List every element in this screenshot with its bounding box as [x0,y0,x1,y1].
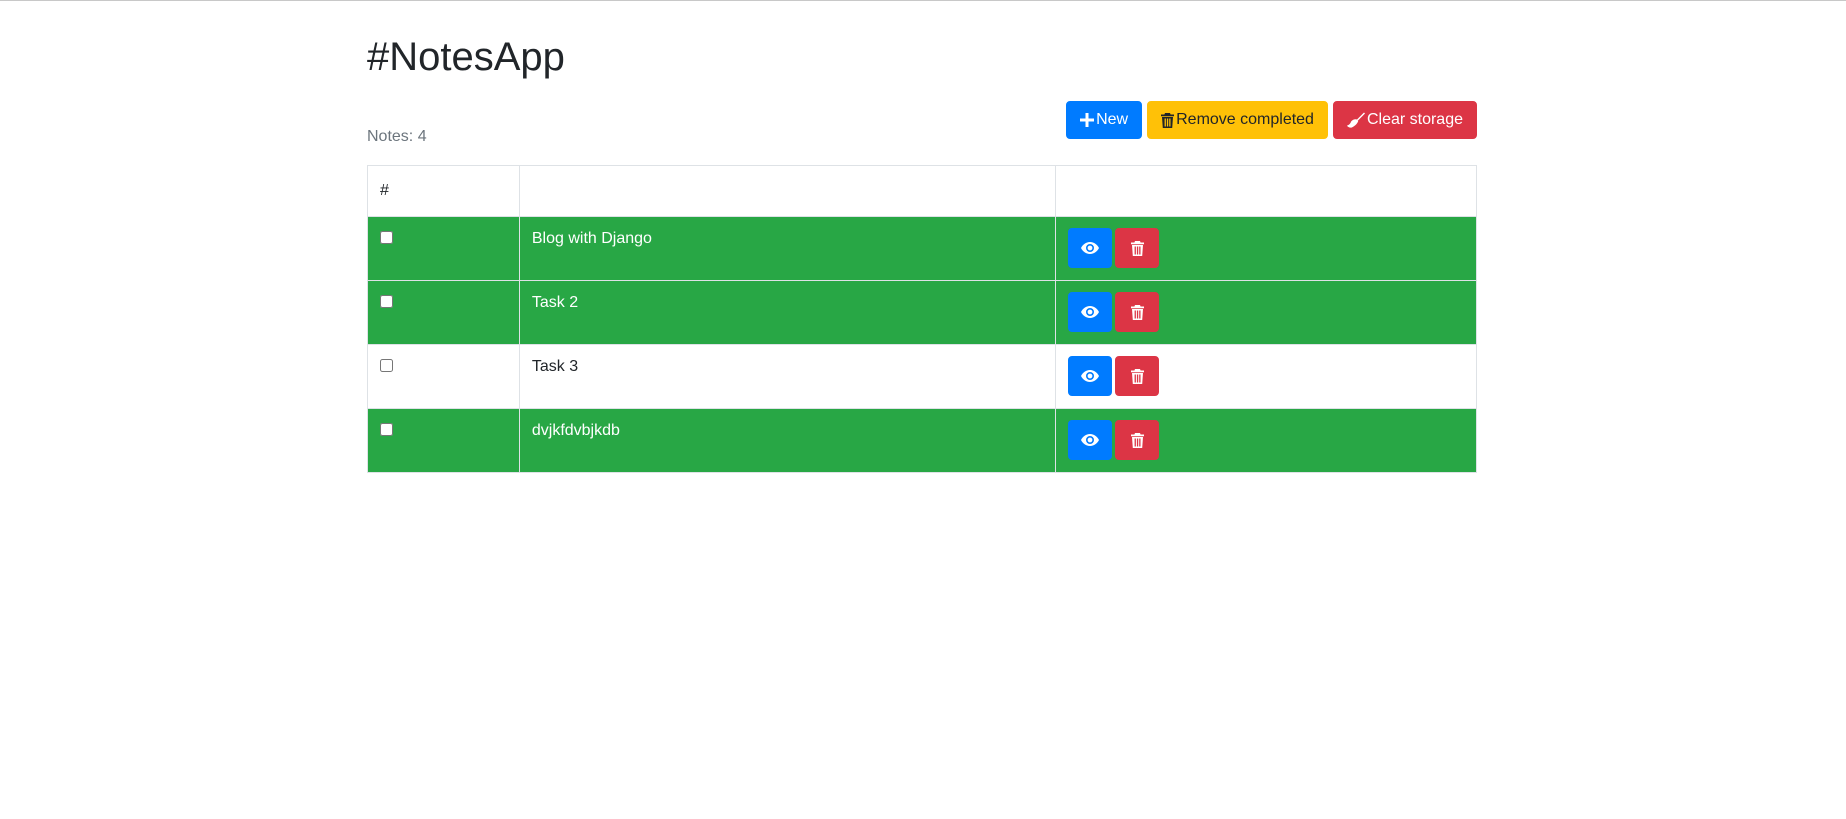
row-actions-cell [1055,280,1477,345]
notes-table: # Blog with Django Task 2 Task 3 dvjkfdv… [367,165,1477,473]
complete-checkbox[interactable] [380,423,393,436]
eye-icon [1081,370,1100,382]
delete-button[interactable] [1115,420,1160,460]
table-row: Task 2 [367,280,1477,345]
top-border [0,0,1846,1]
delete-button[interactable] [1115,292,1160,332]
note-title: dvjkfdvbjkdb [531,422,620,439]
note-title: Blog with Django [531,230,652,247]
view-button[interactable] [1068,292,1113,332]
remove-completed-button[interactable]: Remove completed [1147,101,1328,139]
page-title: #NotesApp [367,35,565,79]
note-title: Task 2 [531,294,579,311]
broom-icon [1346,112,1365,128]
row-actions-cell [1055,216,1477,281]
remove-completed-label: Remove completed [1176,111,1314,128]
row-actions-cell [1055,344,1477,409]
note-title: Task 3 [531,358,579,375]
header-number: # [367,165,520,217]
view-button[interactable] [1068,228,1113,268]
header-title [518,165,1057,217]
eye-icon [1081,306,1100,318]
clear-storage-label: Clear storage [1366,111,1463,128]
table-header-row: # [367,165,1477,217]
new-button[interactable]: New [1066,101,1143,139]
trash-icon [1130,304,1144,320]
row-check-cell [367,280,520,345]
row-actions-cell [1055,408,1477,473]
new-button-label: New [1096,111,1129,128]
plus-icon [1080,113,1095,127]
table-row: Task 3 [367,344,1477,409]
header-actions [1055,165,1477,217]
complete-checkbox[interactable] [380,231,393,244]
trash-icon [1130,240,1144,256]
notes-count: Notes: 4 [367,128,427,145]
row-title-cell: Task 3 [518,344,1057,409]
clear-storage-button[interactable]: Clear storage [1332,101,1477,139]
toolbar: New Remove completed Clear storage [1066,101,1477,139]
complete-checkbox[interactable] [380,359,393,372]
view-button[interactable] [1068,356,1113,396]
eye-icon [1081,242,1100,254]
table-row: dvjkfdvbjkdb [367,408,1477,473]
trash-icon [1130,368,1144,384]
row-check-cell [367,408,520,473]
row-title-cell: Blog with Django [518,216,1057,281]
trash-icon [1130,432,1144,448]
row-title-cell: Task 2 [518,280,1057,345]
delete-button[interactable] [1115,356,1160,396]
table-row: Blog with Django [367,216,1477,281]
row-check-cell [367,344,520,409]
delete-button[interactable] [1115,228,1160,268]
row-title-cell: dvjkfdvbjkdb [518,408,1057,473]
eye-icon [1081,434,1100,446]
complete-checkbox[interactable] [380,295,393,308]
view-button[interactable] [1068,420,1113,460]
row-check-cell [367,216,520,281]
trash-icon [1161,112,1175,128]
